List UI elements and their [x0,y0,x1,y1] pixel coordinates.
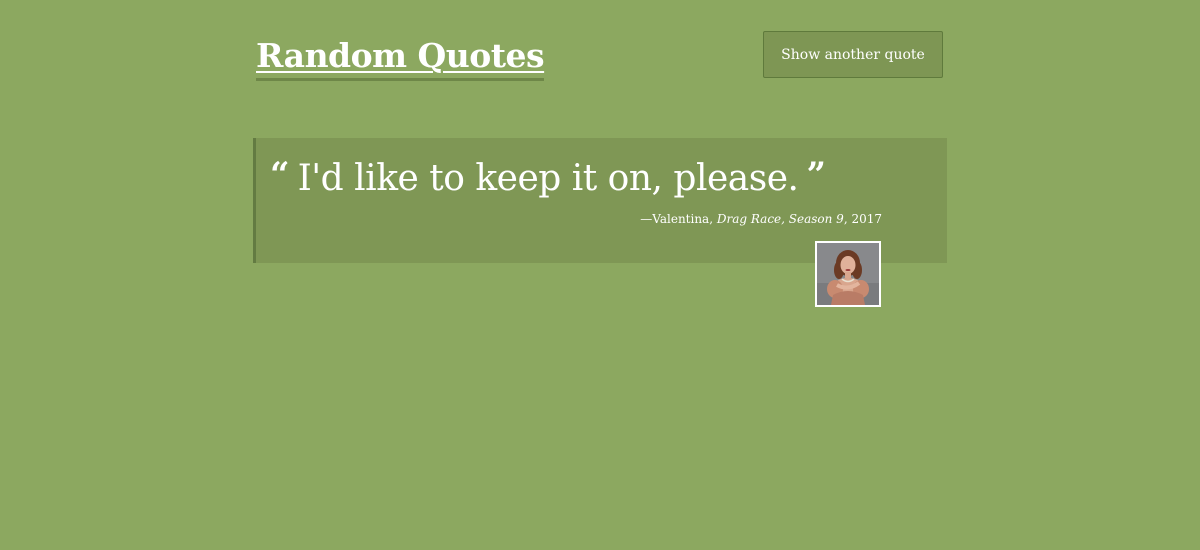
author-portrait-image [817,243,879,305]
quote-line: “ I'd like to keep it on, please. ” [270,156,826,202]
close-quote-icon: ” [806,155,827,195]
page-title: Random Quotes [256,36,545,81]
open-quote-icon: “ [270,155,290,195]
quote-text: I'd like to keep it on, please. [297,158,799,199]
quote-attribution: —Valentina, Drag Race, Season 9, 2017 [640,212,882,226]
quote-author: —Valentina [640,212,710,226]
author-avatar [815,241,881,307]
quote-source: Drag Race, Season 9 [716,212,844,226]
quote-year: , 2017 [843,212,882,226]
show-another-quote-button[interactable]: Show another quote [763,31,943,78]
attribution-separator: , [709,212,717,226]
